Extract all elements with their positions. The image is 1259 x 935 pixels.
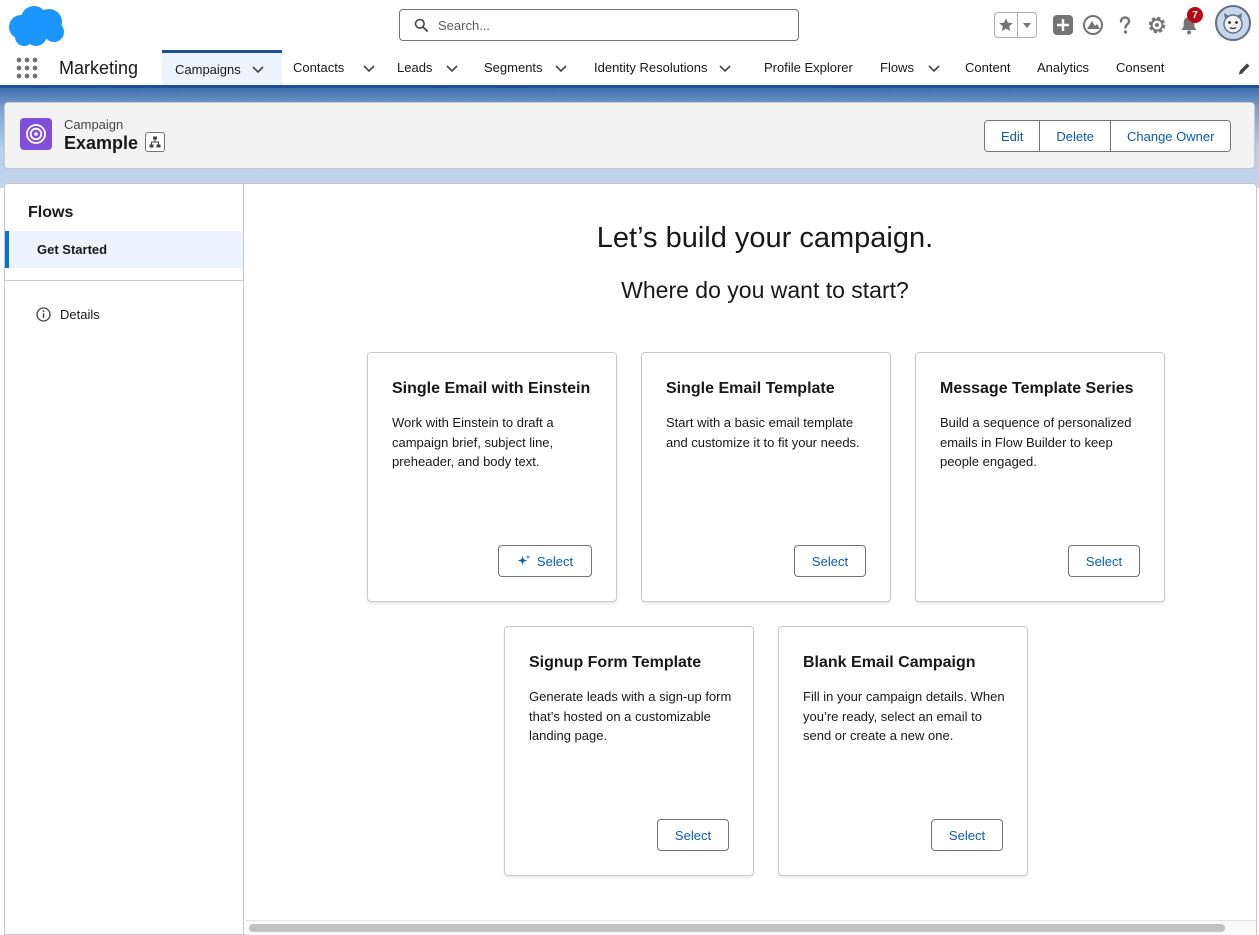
card-title: Signup Form Template — [529, 654, 702, 671]
delete-button[interactable]: Delete — [1040, 121, 1111, 151]
nav-tab-contacts[interactable]: Contacts — [293, 50, 376, 85]
app-launcher-icon[interactable] — [16, 57, 38, 79]
sidebar-title: Flows — [28, 204, 74, 221]
salesforce-cloud-logo[interactable] — [6, 5, 66, 47]
nav-tab-label: Profile Explorer — [764, 60, 853, 75]
select-button[interactable]: Select — [1068, 545, 1140, 577]
card-description: Fill in your campaign details. When you’… — [803, 689, 1005, 743]
nav-tab-label: Leads — [397, 60, 433, 75]
chevron-down-icon[interactable] — [362, 61, 376, 75]
card-single-email-template: Single Email Template Start with a basic… — [641, 352, 891, 602]
notification-count-badge[interactable]: 7 — [1187, 7, 1203, 23]
app-name: Marketing — [59, 58, 139, 78]
chevron-down-icon[interactable] — [927, 61, 941, 75]
select-button[interactable]: Select — [498, 545, 592, 577]
campaign-icon — [20, 118, 52, 150]
einstein-sparkle-icon — [517, 555, 530, 565]
nav-tab-label: Segments — [484, 60, 543, 75]
sidebar-divider — [5, 280, 243, 281]
record-type-label: Campaign — [64, 117, 124, 132]
nav-tab-profile-explorer[interactable]: Profile Explorer — [764, 50, 853, 85]
nav-tab-leads[interactable]: Leads — [397, 50, 459, 85]
record-actions: Edit Delete Change Owner — [984, 120, 1232, 152]
card-message-template-series: Message Template Series Build a sequence… — [915, 352, 1165, 602]
nav-tab-label: Flows — [880, 60, 914, 75]
info-icon — [36, 307, 51, 322]
search-icon — [414, 18, 428, 32]
global-search[interactable] — [399, 9, 799, 41]
card-title: Message Template Series — [940, 380, 1134, 397]
card-signup-form-template: Signup Form Template Generate leads with… — [504, 626, 754, 876]
favorites-star-icon[interactable] — [995, 13, 1019, 37]
search-input[interactable] — [438, 17, 778, 33]
page-heading: Let’s build your campaign. — [596, 222, 934, 254]
page-subheading: Where do you want to start? — [621, 277, 909, 303]
select-button-label: Select — [536, 553, 574, 569]
horizontal-scrollbar[interactable] — [246, 920, 1256, 935]
setup-gear-icon[interactable] — [1145, 13, 1169, 37]
card-blank-email-campaign: Blank Email Campaign Fill in your campai… — [778, 626, 1028, 876]
sidebar-item-get-started[interactable]: Get Started — [5, 231, 243, 268]
edit-pencil-icon[interactable] — [1237, 62, 1251, 76]
app-navigation-bar: Marketing Campaigns Contacts Leads Segme… — [0, 50, 1259, 88]
hierarchy-icon[interactable] — [145, 132, 165, 152]
card-title: Blank Email Campaign — [803, 654, 976, 671]
nav-tab-campaigns[interactable]: Campaigns — [162, 50, 282, 85]
nav-tab-label: Content — [965, 60, 1011, 75]
select-button[interactable]: Select — [657, 819, 729, 851]
change-owner-button[interactable]: Change Owner — [1110, 121, 1231, 151]
help-icon[interactable] — [1113, 13, 1137, 37]
nav-tab-identity-resolutions[interactable]: Identity Resolutions — [594, 50, 732, 85]
main-panel: Flows Get Started Details Let’s build yo… — [4, 183, 1257, 935]
nav-tab-content[interactable]: Content — [965, 50, 1011, 85]
avatar[interactable] — [1215, 5, 1251, 41]
chevron-down-icon[interactable] — [251, 62, 265, 76]
flows-sidebar: Flows Get Started Details — [5, 184, 244, 935]
chevron-down-icon[interactable] — [1018, 13, 1036, 37]
nav-tab-label: Identity Resolutions — [594, 60, 708, 75]
trailhead-icon[interactable] — [1081, 13, 1105, 37]
record-title: Example — [64, 133, 139, 153]
card-title: Single Email Template — [666, 380, 835, 397]
global-add-icon[interactable] — [1051, 13, 1075, 37]
select-button[interactable]: Select — [931, 819, 1003, 851]
record-highlights-panel: Campaign Example Edit Delete Change Owne… — [4, 102, 1255, 169]
card-description: Start with a basic email template and cu… — [666, 415, 860, 450]
chevron-down-icon[interactable] — [445, 61, 459, 75]
nav-tab-label: Campaigns — [175, 61, 241, 77]
sidebar-item-details[interactable]: Details — [36, 307, 100, 322]
select-button[interactable]: Select — [794, 545, 866, 577]
nav-tab-consent[interactable]: Consent — [1116, 50, 1164, 85]
chevron-down-icon[interactable] — [554, 61, 568, 75]
card-description: Generate leads with a sign-up form that’… — [529, 689, 732, 743]
card-description: Build a sequence of personalized emails … — [940, 415, 1132, 469]
scrollbar-thumb[interactable] — [249, 924, 1225, 932]
nav-tab-flows[interactable]: Flows — [880, 50, 941, 85]
nav-tab-analytics[interactable]: Analytics — [1037, 50, 1089, 85]
nav-tab-segments[interactable]: Segments — [484, 50, 568, 85]
nav-tab-label: Contacts — [293, 60, 345, 75]
card-title: Single Email with Einstein — [392, 380, 591, 397]
nav-tab-label: Analytics — [1037, 60, 1090, 75]
get-started-content: Let’s build your campaign. Where do you … — [245, 184, 1257, 935]
sidebar-item-label: Details — [60, 307, 100, 322]
global-header: 7 — [0, 0, 1259, 50]
favorites-button-group — [994, 12, 1037, 38]
card-description: Work with Einstein to draft a campaign b… — [392, 415, 554, 469]
chevron-down-icon[interactable] — [718, 61, 732, 75]
card-single-email-einstein: Single Email with Einstein Work with Ein… — [367, 352, 617, 602]
nav-tab-label: Consent — [1116, 60, 1165, 75]
edit-button[interactable]: Edit — [985, 121, 1041, 151]
